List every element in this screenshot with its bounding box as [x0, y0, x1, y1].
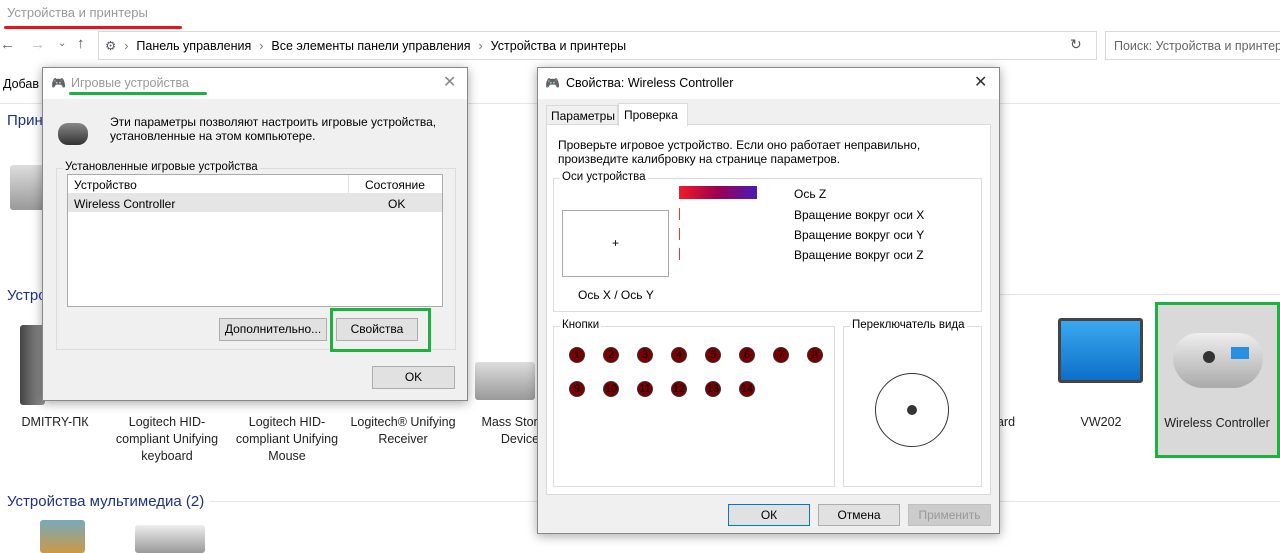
status-cell: OK	[388, 197, 406, 211]
advanced-button[interactable]: Дополнительно...	[219, 318, 327, 341]
add-device-button[interactable]: Добав	[3, 77, 39, 91]
device-vw202[interactable]: VW202	[1043, 414, 1159, 431]
controller-button-indicator: 1	[569, 347, 585, 363]
ry-axis-bar	[679, 228, 680, 240]
controller-button-indicator: 14	[739, 381, 755, 397]
mass-storage-icon[interactable]	[475, 362, 535, 400]
rz-axis-bar	[679, 248, 680, 260]
printer-icon[interactable]	[10, 165, 45, 210]
controller-button-indicator: 6	[739, 347, 755, 363]
tab-parameters[interactable]: Параметры	[546, 105, 618, 125]
group-label: Кнопки	[560, 319, 602, 331]
close-icon[interactable]: ✕	[974, 72, 987, 92]
device-cell: Wireless Controller	[74, 197, 176, 211]
dialog-title: Игровые устройства	[71, 76, 189, 90]
multimedia-icon[interactable]	[40, 520, 85, 553]
group-label: Оси устройства	[560, 171, 648, 183]
controller-button-indicator: 3	[637, 347, 653, 363]
tab-panel: Проверьте игровое устройство. Если оно р…	[546, 124, 991, 495]
device-logitech-mouse[interactable]: Logitech HID-compliant Unifying Mouse	[229, 414, 345, 465]
refresh-icon[interactable]: ↻	[1070, 36, 1082, 53]
axis-label: Вращение вокруг оси Y	[794, 228, 925, 242]
rx-axis-bar	[679, 208, 680, 220]
ok-button[interactable]: ОК	[728, 504, 810, 526]
axis-label: Ось Z	[794, 187, 827, 201]
section-multimedia[interactable]: Устройства мультимедиа (2)	[7, 493, 204, 510]
controller-button-indicator: 8	[807, 347, 823, 363]
controller-button-indicator: 10	[603, 381, 619, 397]
column-header-status[interactable]: Состояние	[365, 178, 425, 192]
controller-button-indicator: 9	[569, 381, 585, 397]
xy-axis-label: Ось X / Ось Y	[578, 288, 654, 302]
gamepad-icon: 🎮	[545, 76, 560, 90]
controller-button-indicator: 4	[671, 347, 687, 363]
properties-button[interactable]: Свойства	[336, 318, 418, 341]
tab-test[interactable]: Проверка	[618, 103, 688, 126]
gamepad-icon: 🎮	[51, 76, 66, 90]
media-device-icon[interactable]	[135, 525, 205, 553]
description: Эти параметры позволяют настроить игровы…	[110, 115, 437, 143]
annotation-underline	[4, 26, 182, 29]
breadcrumb-item[interactable]: Все элементы панели управления	[271, 39, 470, 53]
back-button[interactable]: ←	[0, 36, 15, 53]
axis-label: Вращение вокруг оси Z	[794, 248, 924, 262]
gamepad-icon	[1173, 333, 1263, 388]
xy-axis-box: +	[562, 210, 669, 277]
device-wireless-controller[interactable]: Wireless Controller	[1155, 302, 1280, 458]
close-icon[interactable]: ✕	[443, 72, 456, 92]
address-bar[interactable]: ⚙ › Панель управления › Все элементы панел…	[98, 31, 1097, 60]
controller-button-indicator: 12	[671, 381, 687, 397]
device-logitech-receiver[interactable]: Logitech® Unifying Receiver	[345, 414, 461, 448]
axis-label: Вращение вокруг оси X	[794, 208, 925, 222]
forward-button[interactable]: →	[30, 36, 45, 53]
ok-button[interactable]: OK	[372, 366, 455, 389]
annotation-underline	[69, 92, 207, 95]
controller-button-indicator: 7	[773, 347, 789, 363]
pov-indicator	[875, 373, 949, 447]
control-panel-icon: ⚙	[105, 39, 117, 53]
controller-button-indicator: 5	[705, 347, 721, 363]
breadcrumb-item[interactable]: Устройства и принтеры	[491, 39, 626, 53]
dialog-title: Свойства: Wireless Controller	[566, 76, 734, 90]
up-button[interactable]: ↑	[77, 35, 85, 52]
window-title: Устройства и принтеры	[7, 5, 148, 20]
cancel-button[interactable]: Отмена	[818, 504, 900, 526]
game-controllers-dialog: 🎮 Игровые устройства ✕ Эти параметры поз…	[42, 67, 468, 401]
gamepad-icon	[58, 123, 88, 145]
controller-button-indicator: 2	[603, 347, 619, 363]
z-axis-bar	[679, 186, 757, 199]
search-input[interactable]: Поиск: Устройства и принтеры	[1105, 31, 1280, 60]
devices-list[interactable]: Устройство Состояние Wireless Controller O…	[67, 174, 443, 307]
apply-button: Применить	[908, 504, 991, 526]
device-logitech-keyboard[interactable]: Logitech HID-compliant Unifying keyboard	[112, 414, 222, 465]
group-label: Переключатель вида	[850, 319, 967, 331]
monitor-icon[interactable]	[1058, 318, 1143, 383]
instructions: Проверьте игровое устройство. Если оно р…	[558, 138, 921, 166]
device-dmitry-pc[interactable]: DMITRY-ПК	[0, 414, 113, 431]
properties-dialog: 🎮 Свойства: Wireless Controller ✕ Параме…	[537, 67, 1000, 534]
breadcrumb-item[interactable]: Панель управления	[136, 39, 251, 53]
table-row[interactable]: Wireless Controller OK	[68, 194, 442, 212]
column-header-device[interactable]: Устройство	[74, 178, 137, 192]
group-label: Установленные игровые устройства	[63, 161, 260, 173]
recent-dropdown[interactable]: ⌄	[58, 38, 66, 49]
controller-button-indicator: 13	[705, 381, 721, 397]
controller-button-indicator: 11	[637, 381, 653, 397]
